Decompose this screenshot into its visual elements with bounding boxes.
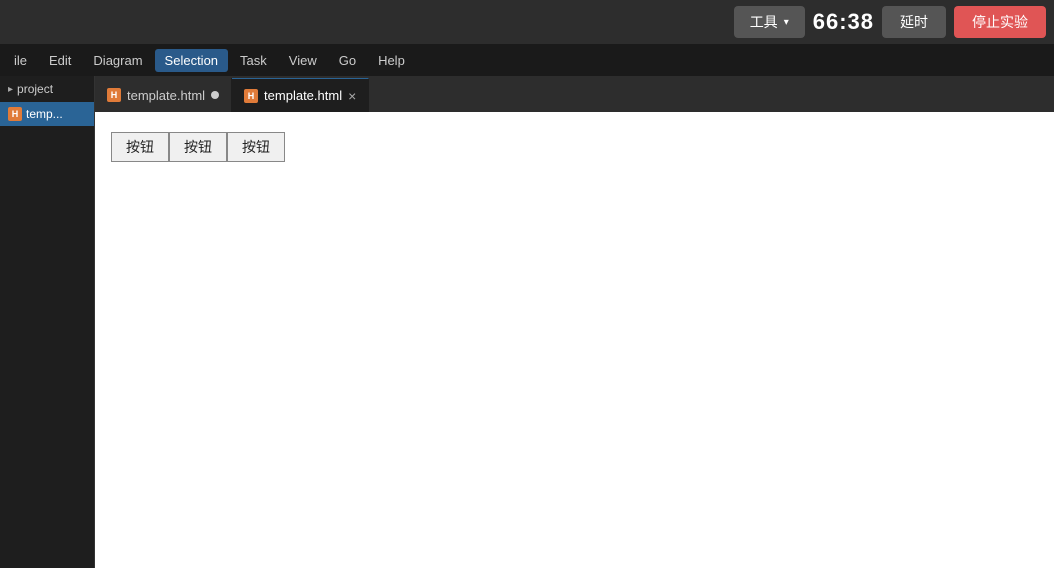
menu-bar: ile Edit Diagram Selection Task View Go … [0, 44, 1054, 76]
preview-button-1[interactable]: 按钮 [111, 132, 169, 162]
tool-button[interactable]: 工具 ▾ [734, 6, 805, 38]
menu-item-edit[interactable]: Edit [39, 49, 81, 72]
preview-button-2[interactable]: 按钮 [169, 132, 227, 162]
expand-arrow-icon: ▸ [8, 84, 13, 95]
chevron-down-icon: ▾ [784, 17, 789, 28]
tab-file-icon-2: H [244, 89, 258, 103]
editor-content: 按钮 按钮 按钮 [95, 112, 1054, 568]
top-bar: 工具 ▾ 66:38 延时 停止实验 [0, 0, 1054, 44]
menu-item-view[interactable]: View [279, 49, 327, 72]
timer-display: 66:38 [813, 9, 874, 35]
menu-item-go[interactable]: Go [329, 49, 366, 72]
tab-template-html-1[interactable]: H template.html [95, 78, 232, 112]
delay-button[interactable]: 延时 [882, 6, 946, 38]
unsaved-dot [211, 91, 219, 99]
sidebar-file-label: temp... [26, 107, 63, 121]
file-icon: H [8, 107, 22, 121]
menu-item-diagram[interactable]: Diagram [83, 49, 152, 72]
close-tab-icon[interactable]: × [348, 89, 356, 103]
tab-file-icon-1: H [107, 88, 121, 102]
sidebar-file-item[interactable]: H temp... [0, 102, 94, 126]
tab-label-1: template.html [127, 88, 205, 103]
tool-label: 工具 [750, 12, 778, 32]
editor-area: H template.html H template.html × 按钮 按钮 … [95, 76, 1054, 568]
main-layout: ▸ project H temp... H template.html H te… [0, 76, 1054, 568]
preview-button-3[interactable]: 按钮 [227, 132, 285, 162]
tab-bar: H template.html H template.html × [95, 76, 1054, 112]
menu-item-selection[interactable]: Selection [155, 49, 228, 72]
stop-button[interactable]: 停止实验 [954, 6, 1046, 38]
sidebar-project[interactable]: ▸ project [0, 76, 94, 102]
sidebar: ▸ project H temp... [0, 76, 95, 568]
preview-buttons-container: 按钮 按钮 按钮 [111, 132, 1038, 162]
menu-item-help[interactable]: Help [368, 49, 415, 72]
project-label: project [17, 82, 53, 96]
tab-template-html-2[interactable]: H template.html × [232, 78, 369, 112]
menu-item-file[interactable]: ile [4, 49, 37, 72]
menu-item-task[interactable]: Task [230, 49, 277, 72]
tab-label-2: template.html [264, 88, 342, 103]
